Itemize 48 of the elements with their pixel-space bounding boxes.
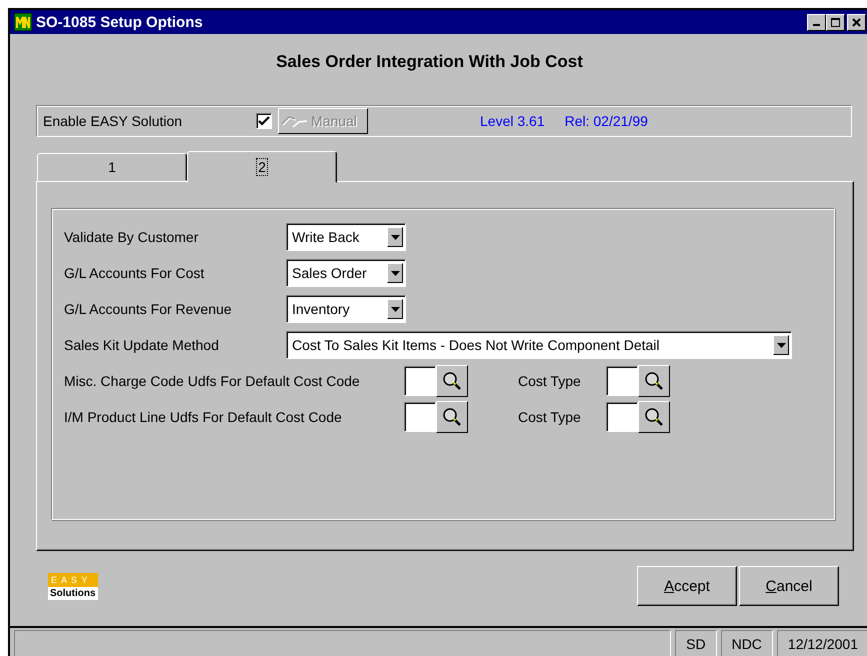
version-level: Level 3.61 bbox=[480, 113, 545, 129]
cost-type-label: Cost Type bbox=[518, 409, 582, 425]
dropdown-arrow-icon bbox=[390, 234, 400, 240]
search-icon bbox=[442, 407, 462, 427]
search-icon bbox=[442, 371, 462, 391]
close-button[interactable] bbox=[847, 14, 866, 30]
status-pane: NDC bbox=[720, 630, 773, 656]
tab[interactable]: 1 bbox=[37, 153, 187, 181]
dropdown[interactable]: Inventory bbox=[286, 295, 406, 323]
cost-type-field[interactable] bbox=[606, 402, 638, 432]
code-field[interactable] bbox=[404, 366, 436, 396]
minimize-button[interactable] bbox=[807, 14, 826, 30]
close-icon bbox=[852, 18, 861, 26]
enable-checkbox[interactable] bbox=[256, 113, 272, 129]
dropdown[interactable]: Write Back bbox=[286, 223, 406, 251]
search-icon bbox=[644, 371, 664, 391]
dropdown-arrow-icon bbox=[390, 306, 400, 312]
tab[interactable]: 2 bbox=[187, 151, 337, 183]
app-icon bbox=[14, 13, 32, 31]
code-field[interactable] bbox=[404, 402, 436, 432]
maximize-button[interactable] bbox=[826, 14, 845, 30]
dropdown[interactable]: Sales Order bbox=[286, 259, 406, 287]
cost-type-field[interactable] bbox=[606, 366, 638, 396]
lookup-button[interactable] bbox=[638, 401, 670, 433]
cost-type-label: Cost Type bbox=[518, 373, 582, 389]
window-title: SO-1085 Setup Options bbox=[36, 14, 204, 30]
form-heading: Sales Order Integration With Job Cost bbox=[275, 52, 584, 73]
dropdown[interactable]: Cost To Sales Kit Items - Does Not Write Component Detail bbox=[286, 331, 792, 359]
dialog-button[interactable]: Cancel bbox=[739, 566, 839, 606]
lookup-button[interactable] bbox=[638, 365, 670, 397]
easy-solutions-logo: E A S Y Solutions bbox=[48, 572, 98, 600]
status-pane: SD bbox=[675, 630, 717, 656]
maximize-icon bbox=[831, 18, 840, 26]
option-label: Validate By Customer bbox=[64, 229, 200, 245]
enable-label: Enable EASY Solution bbox=[43, 113, 184, 129]
lookup-button[interactable] bbox=[436, 401, 468, 433]
search-icon bbox=[644, 407, 664, 427]
option-label: G/L Accounts For Revenue bbox=[64, 301, 233, 317]
option-label: Sales Kit Update Method bbox=[64, 337, 220, 353]
lookup-button[interactable] bbox=[436, 365, 468, 397]
option-label: Misc. Charge Code Udfs For Default Cost Code bbox=[64, 373, 361, 389]
dialog-button[interactable]: Accept bbox=[637, 566, 737, 606]
dropdown-arrow-icon bbox=[390, 270, 400, 276]
status-pane: 12/12/2001 bbox=[776, 630, 867, 656]
dropdown-arrow-icon bbox=[776, 342, 786, 348]
release-date: Rel: 02/21/99 bbox=[564, 113, 648, 129]
option-label: I/M Product Line Udfs For Default Cost Code bbox=[64, 409, 343, 425]
option-label: G/L Accounts For Cost bbox=[64, 265, 206, 281]
